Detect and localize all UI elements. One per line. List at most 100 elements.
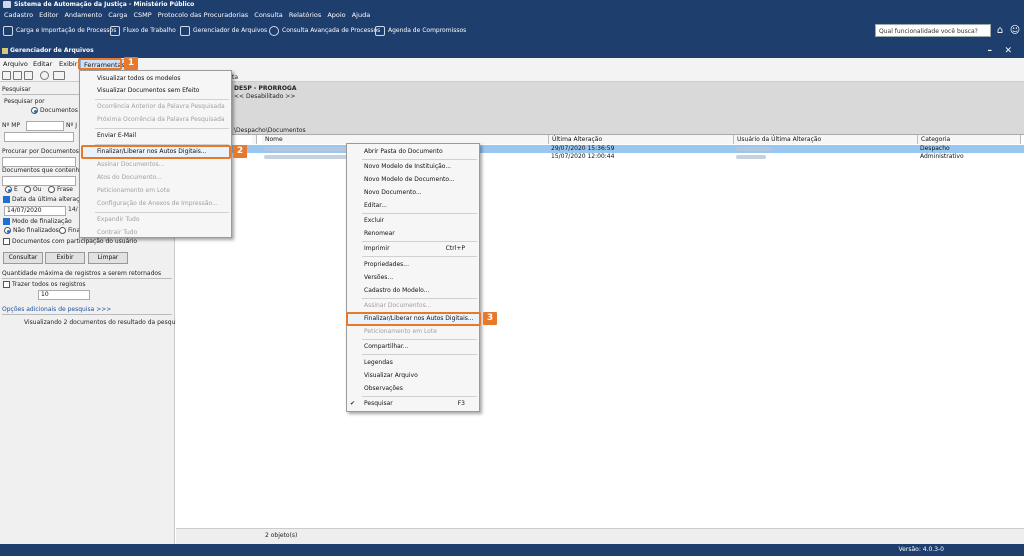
- main-menubar: Cadastro Editor Andamento Carga CSMP Pro…: [0, 9, 1024, 21]
- context-menu: Abrir Pasta do Documento Novo Modelo de …: [346, 143, 481, 412]
- finalization-mode-checkbox[interactable]: [3, 218, 10, 225]
- menu-apoio[interactable]: Apoio: [327, 11, 345, 19]
- all-records-checkbox[interactable]: [3, 281, 10, 288]
- ctx-imprimir[interactable]: Imprimir Ctrl+P: [347, 243, 479, 255]
- max-records-stepper[interactable]: 10: [38, 290, 90, 300]
- toolbar-gerenciador-arquivos[interactable]: Gerenciador de Arquivos: [180, 24, 267, 38]
- menu-csmp[interactable]: CSMP: [134, 11, 152, 19]
- user-cell: [736, 145, 772, 153]
- menu-consulta[interactable]: Consulta: [254, 11, 282, 19]
- document-area: ta DESP - PRORROGA << Desabilitado >> \D…: [176, 74, 1024, 544]
- display-button[interactable]: Exibir: [45, 252, 85, 264]
- ctx-abrir-pasta[interactable]: Abrir Pasta do Documento: [347, 146, 479, 158]
- ctx-cadastro-modelo[interactable]: Cadastro do Modelo...: [347, 285, 479, 297]
- calendar-icon: [375, 26, 385, 36]
- col-filter-dropdown[interactable]: [252, 135, 257, 144]
- menu-separator: [362, 159, 477, 160]
- ctx-finalizar-liberar[interactable]: Finalizar/Liberar nos Autos Digitais...: [347, 313, 479, 325]
- menu-cadastro[interactable]: Cadastro: [4, 11, 33, 19]
- col-header-ultima-alteracao[interactable]: Última Alteração: [549, 135, 734, 144]
- menu-andamento[interactable]: Andamento: [64, 11, 102, 19]
- callout-badge-2: 2: [233, 145, 247, 158]
- menu-ajuda[interactable]: Ajuda: [352, 11, 370, 19]
- menu-separator: [95, 128, 229, 129]
- last-change-date-label: Data da última alteraçã: [12, 196, 84, 203]
- date-to-label: 14/: [68, 206, 78, 213]
- date-from-input[interactable]: 14/07/2020: [4, 206, 66, 216]
- menu-carga[interactable]: Carga: [108, 11, 127, 19]
- contains-input[interactable]: [2, 176, 76, 186]
- new-icon[interactable]: [2, 71, 11, 80]
- functionality-search-input[interactable]: Qual funcionalidade você busca?: [875, 24, 991, 37]
- col-header-usuario[interactable]: Usuário da Última Alteração: [734, 135, 918, 144]
- menu-editor[interactable]: Editor: [39, 11, 58, 19]
- table-row[interactable]: 29/07/2020 15:36:59 Despacho: [176, 145, 1024, 153]
- user-participation-checkbox[interactable]: [3, 238, 10, 245]
- folder-icon: [180, 26, 190, 36]
- refresh-icon[interactable]: [40, 71, 49, 80]
- menu-protocolo[interactable]: Protocolo das Procuradorias: [158, 11, 248, 19]
- minimize-icon[interactable]: –: [988, 44, 993, 58]
- table-row[interactable]: 15/07/2020 12:00:44 Administrativo: [176, 153, 1024, 161]
- more-search-options-link[interactable]: Opções adicionais de pesquisa >>>: [2, 306, 111, 313]
- menu-item-contrair-tudo: Contrair Tudo: [97, 229, 138, 236]
- menu-item-visualizar-modelos[interactable]: Visualizar todos os modelos: [80, 73, 231, 85]
- toolbar-fluxo-trabalho[interactable]: Fluxo de Trabalho: [110, 24, 176, 38]
- option-e-radio[interactable]: [5, 186, 12, 193]
- col-header-categoria[interactable]: Categoria: [918, 135, 1021, 144]
- menu-relatorios[interactable]: Relatórios: [289, 11, 321, 19]
- toolbar-carga-importacao[interactable]: Carga e Importação de Processos: [3, 24, 116, 38]
- close-icon[interactable]: ✕: [1004, 44, 1012, 58]
- menu-item-finalizar-liberar[interactable]: Finalizar/Liberar nos Autos Digitais...: [80, 146, 231, 158]
- ferramentas-menu: Visualizar todos os modelos Visualizar D…: [79, 70, 232, 238]
- child-menubar: Arquivo Editar Exibir Ferramentas: [0, 58, 1024, 71]
- menu-exibir[interactable]: Exibir: [59, 58, 77, 70]
- search-docs-input[interactable]: [2, 157, 76, 167]
- ctx-observacoes[interactable]: Observações: [347, 383, 479, 395]
- search-toggle-icon[interactable]: [53, 71, 65, 80]
- ctx-compartilhar[interactable]: Compartilhar...: [347, 341, 479, 353]
- ctx-versoes[interactable]: Versões...: [347, 272, 479, 284]
- consult-button[interactable]: Consultar: [3, 252, 43, 264]
- ctx-excluir[interactable]: Excluir: [347, 215, 479, 227]
- ctx-editar[interactable]: Editar...: [347, 200, 479, 212]
- n-mp-number-input[interactable]: [4, 132, 74, 142]
- menu-arquivo[interactable]: Arquivo: [3, 58, 28, 70]
- ctx-renomear[interactable]: Renomear: [347, 228, 479, 240]
- doc-type-label: DESP - PRORROGA: [234, 85, 297, 92]
- toolbar-consulta-avancada[interactable]: Consulta Avançada de Processos: [269, 24, 380, 38]
- n-j-label: Nº J: [66, 122, 77, 129]
- child-window-title: Gerenciador de Arquivos: [10, 47, 94, 54]
- menu-item-enviar-email[interactable]: Enviar E-Mail: [80, 130, 231, 142]
- menu-separator: [362, 354, 477, 355]
- menu-item-docs-sem-efeito[interactable]: Visualizar Documentos sem Efeito: [80, 85, 231, 97]
- n-mp-input[interactable]: [26, 121, 64, 131]
- ctx-novo-documento[interactable]: Novo Documento...: [347, 187, 479, 199]
- category-cell: Administrativo: [920, 153, 964, 160]
- check-icon: ✔: [350, 400, 356, 407]
- option-frase-radio[interactable]: [48, 186, 55, 193]
- open-icon[interactable]: [13, 71, 22, 80]
- ctx-legendas[interactable]: Legendas: [347, 357, 479, 369]
- home-search-icon[interactable]: ⌂: [994, 25, 1006, 37]
- ctx-novo-modelo-instituicao[interactable]: Novo Modelo de Instituição...: [347, 161, 479, 173]
- ctx-pesquisar[interactable]: ✔ Pesquisar F3: [347, 398, 479, 410]
- main-toolbar: Carga e Importação de Processos Fluxo de…: [0, 21, 1024, 41]
- import-icon: [3, 26, 13, 36]
- clear-button[interactable]: Limpar: [88, 252, 128, 264]
- documents-radio[interactable]: [31, 107, 38, 114]
- menu-editar[interactable]: Editar: [33, 58, 52, 70]
- not-finalized-radio[interactable]: [4, 227, 11, 234]
- last-change-date-checkbox[interactable]: [3, 196, 10, 203]
- users-icon[interactable]: ☺: [1009, 25, 1021, 37]
- finalized-radio[interactable]: [59, 227, 66, 234]
- option-ou-radio[interactable]: [24, 186, 31, 193]
- ctx-visualizar-arquivo[interactable]: Visualizar Arquivo: [347, 370, 479, 382]
- ctx-propriedades[interactable]: Propriedades...: [347, 259, 479, 271]
- print-icon[interactable]: [24, 71, 33, 80]
- ctx-novo-modelo-documento[interactable]: Novo Modelo de Documento...: [347, 174, 479, 186]
- menu-separator: [362, 339, 477, 340]
- menu-item-peticionamento-lote: Peticionamento em Lote: [97, 187, 170, 194]
- toolbar-agenda[interactable]: Agenda de Compromissos: [375, 24, 466, 38]
- menu-separator: [362, 213, 477, 214]
